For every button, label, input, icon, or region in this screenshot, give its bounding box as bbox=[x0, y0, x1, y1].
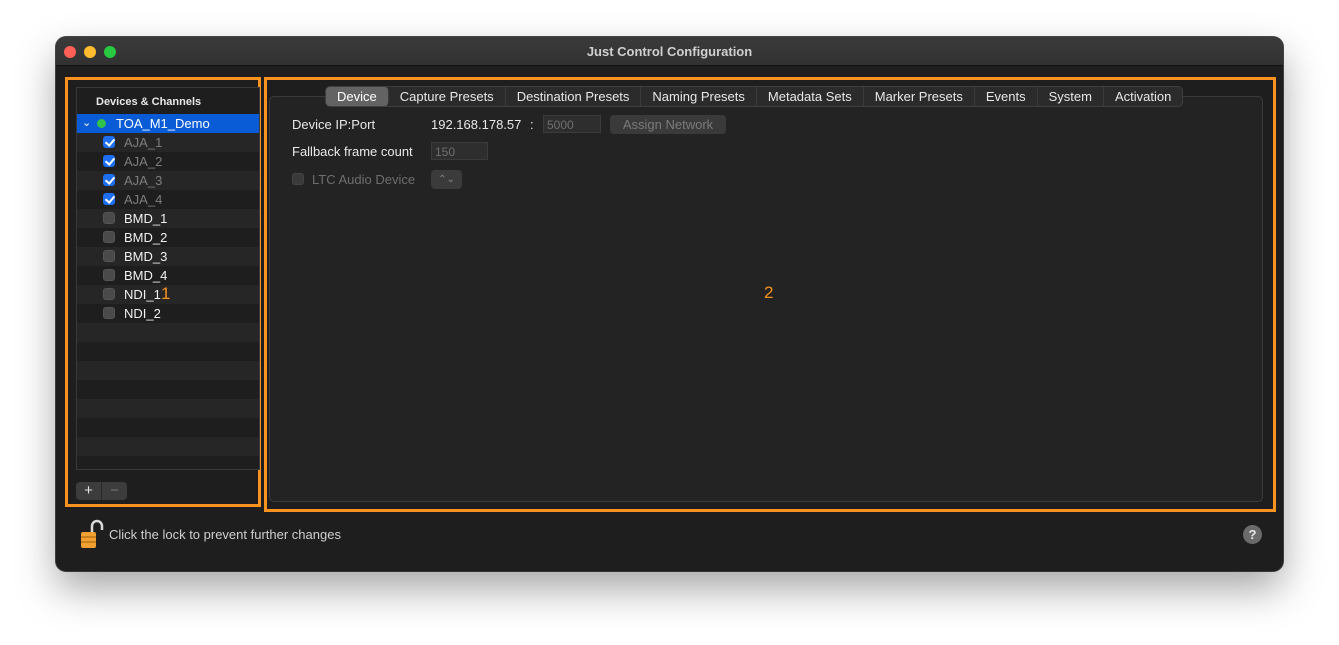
channel-row[interactable]: AJA_2 bbox=[77, 152, 259, 171]
empty-list-row bbox=[77, 418, 259, 437]
channel-row[interactable]: AJA_1 bbox=[77, 133, 259, 152]
channel-label: BMD_3 bbox=[124, 249, 168, 264]
channel-row[interactable]: AJA_3 bbox=[77, 171, 259, 190]
port-field[interactable]: 5000 bbox=[543, 115, 601, 133]
tab-bar: Device Capture Presets Destination Presets… bbox=[325, 86, 1184, 107]
ip-port-separator: : bbox=[530, 117, 534, 132]
tab-destination-presets[interactable]: Destination Presets bbox=[506, 87, 642, 106]
remove-device-button[interactable]: − bbox=[101, 482, 127, 500]
channel-checkbox[interactable] bbox=[103, 155, 115, 167]
tab-events[interactable]: Events bbox=[975, 87, 1038, 106]
popup-chevron-icon: ⌃⌄ bbox=[438, 174, 455, 185]
channel-row[interactable]: BMD_3 bbox=[77, 247, 259, 266]
sidebar-header: Devices & Channels bbox=[77, 88, 259, 114]
channel-checkbox[interactable] bbox=[103, 231, 115, 243]
channel-checkbox[interactable] bbox=[103, 269, 115, 281]
device-label: TOA_M1_Demo bbox=[116, 116, 210, 131]
status-dot-icon bbox=[97, 119, 106, 128]
empty-list-row bbox=[77, 456, 259, 469]
channel-label: AJA_3 bbox=[124, 173, 163, 188]
fallback-frame-count-label: Fallback frame count bbox=[292, 144, 413, 159]
devices-channels-list[interactable]: Devices & Channels ⌄ TOA_M1_Demo AJA_1 AJ… bbox=[76, 87, 260, 470]
fallback-frame-count-field[interactable]: 150 bbox=[431, 142, 488, 160]
panel-marker-2: 2 bbox=[764, 283, 774, 302]
channel-row[interactable]: BMD_4 bbox=[77, 266, 259, 285]
assign-network-button[interactable]: Assign Network bbox=[610, 115, 726, 134]
tab-activation[interactable]: Activation bbox=[1104, 87, 1182, 106]
empty-list-row bbox=[77, 437, 259, 456]
help-button[interactable]: ? bbox=[1243, 525, 1262, 544]
title-bar: Just Control Configuration bbox=[56, 37, 1283, 66]
ltc-audio-device-label: LTC Audio Device bbox=[312, 172, 416, 187]
channel-checkbox[interactable] bbox=[103, 136, 115, 148]
tab-capture-presets[interactable]: Capture Presets bbox=[389, 87, 506, 106]
unlocked-padlock-icon[interactable] bbox=[80, 518, 104, 550]
device-row-root[interactable]: ⌄ TOA_M1_Demo bbox=[77, 114, 259, 133]
channel-row[interactable]: AJA_4 bbox=[77, 190, 259, 209]
channel-row[interactable]: BMD_1 bbox=[77, 209, 259, 228]
channel-label: AJA_1 bbox=[124, 135, 163, 150]
window-title: Just Control Configuration bbox=[586, 44, 753, 59]
ltc-audio-device-checkbox[interactable] bbox=[292, 173, 304, 185]
app-window: Just Control Configuration Devices & Cha… bbox=[56, 37, 1283, 571]
channel-label: BMD_1 bbox=[124, 211, 168, 226]
channel-checkbox[interactable] bbox=[103, 193, 115, 205]
panel-marker-1: 1 bbox=[161, 284, 171, 303]
add-remove-control: + − bbox=[76, 482, 127, 500]
device-ip-value: 192.168.178.57 bbox=[431, 117, 522, 132]
empty-list-row bbox=[77, 399, 259, 418]
empty-list-row bbox=[77, 361, 259, 380]
channel-checkbox[interactable] bbox=[103, 250, 115, 262]
channel-label: NDI_1 bbox=[124, 287, 161, 302]
empty-list-row bbox=[77, 323, 259, 342]
channel-label: BMD_4 bbox=[124, 268, 168, 283]
tab-marker-presets[interactable]: Marker Presets bbox=[864, 87, 975, 106]
tab-metadata-sets[interactable]: Metadata Sets bbox=[757, 87, 864, 106]
channel-label: BMD_2 bbox=[124, 230, 168, 245]
tab-system[interactable]: System bbox=[1038, 87, 1104, 106]
ltc-audio-device-popup[interactable]: ⌃⌄ bbox=[431, 170, 462, 189]
channel-checkbox[interactable] bbox=[103, 174, 115, 186]
add-device-button[interactable]: + bbox=[76, 482, 101, 500]
channel-row[interactable]: BMD_2 bbox=[77, 228, 259, 247]
channel-checkbox[interactable] bbox=[103, 212, 115, 224]
lock-hint-text: Click the lock to prevent further change… bbox=[109, 527, 341, 542]
channel-label: NDI_2 bbox=[124, 306, 161, 321]
channel-checkbox[interactable] bbox=[103, 288, 115, 300]
channel-row[interactable]: NDI_2 bbox=[77, 304, 259, 323]
tab-naming-presets[interactable]: Naming Presets bbox=[641, 87, 757, 106]
empty-list-row bbox=[77, 380, 259, 399]
empty-list-row bbox=[77, 342, 259, 361]
channel-label: AJA_2 bbox=[124, 154, 163, 169]
channel-label: AJA_4 bbox=[124, 192, 163, 207]
channel-checkbox[interactable] bbox=[103, 307, 115, 319]
chevron-down-icon[interactable]: ⌄ bbox=[82, 114, 91, 133]
tab-device[interactable]: Device bbox=[326, 87, 389, 106]
device-ip-label: Device IP:Port bbox=[292, 117, 376, 132]
